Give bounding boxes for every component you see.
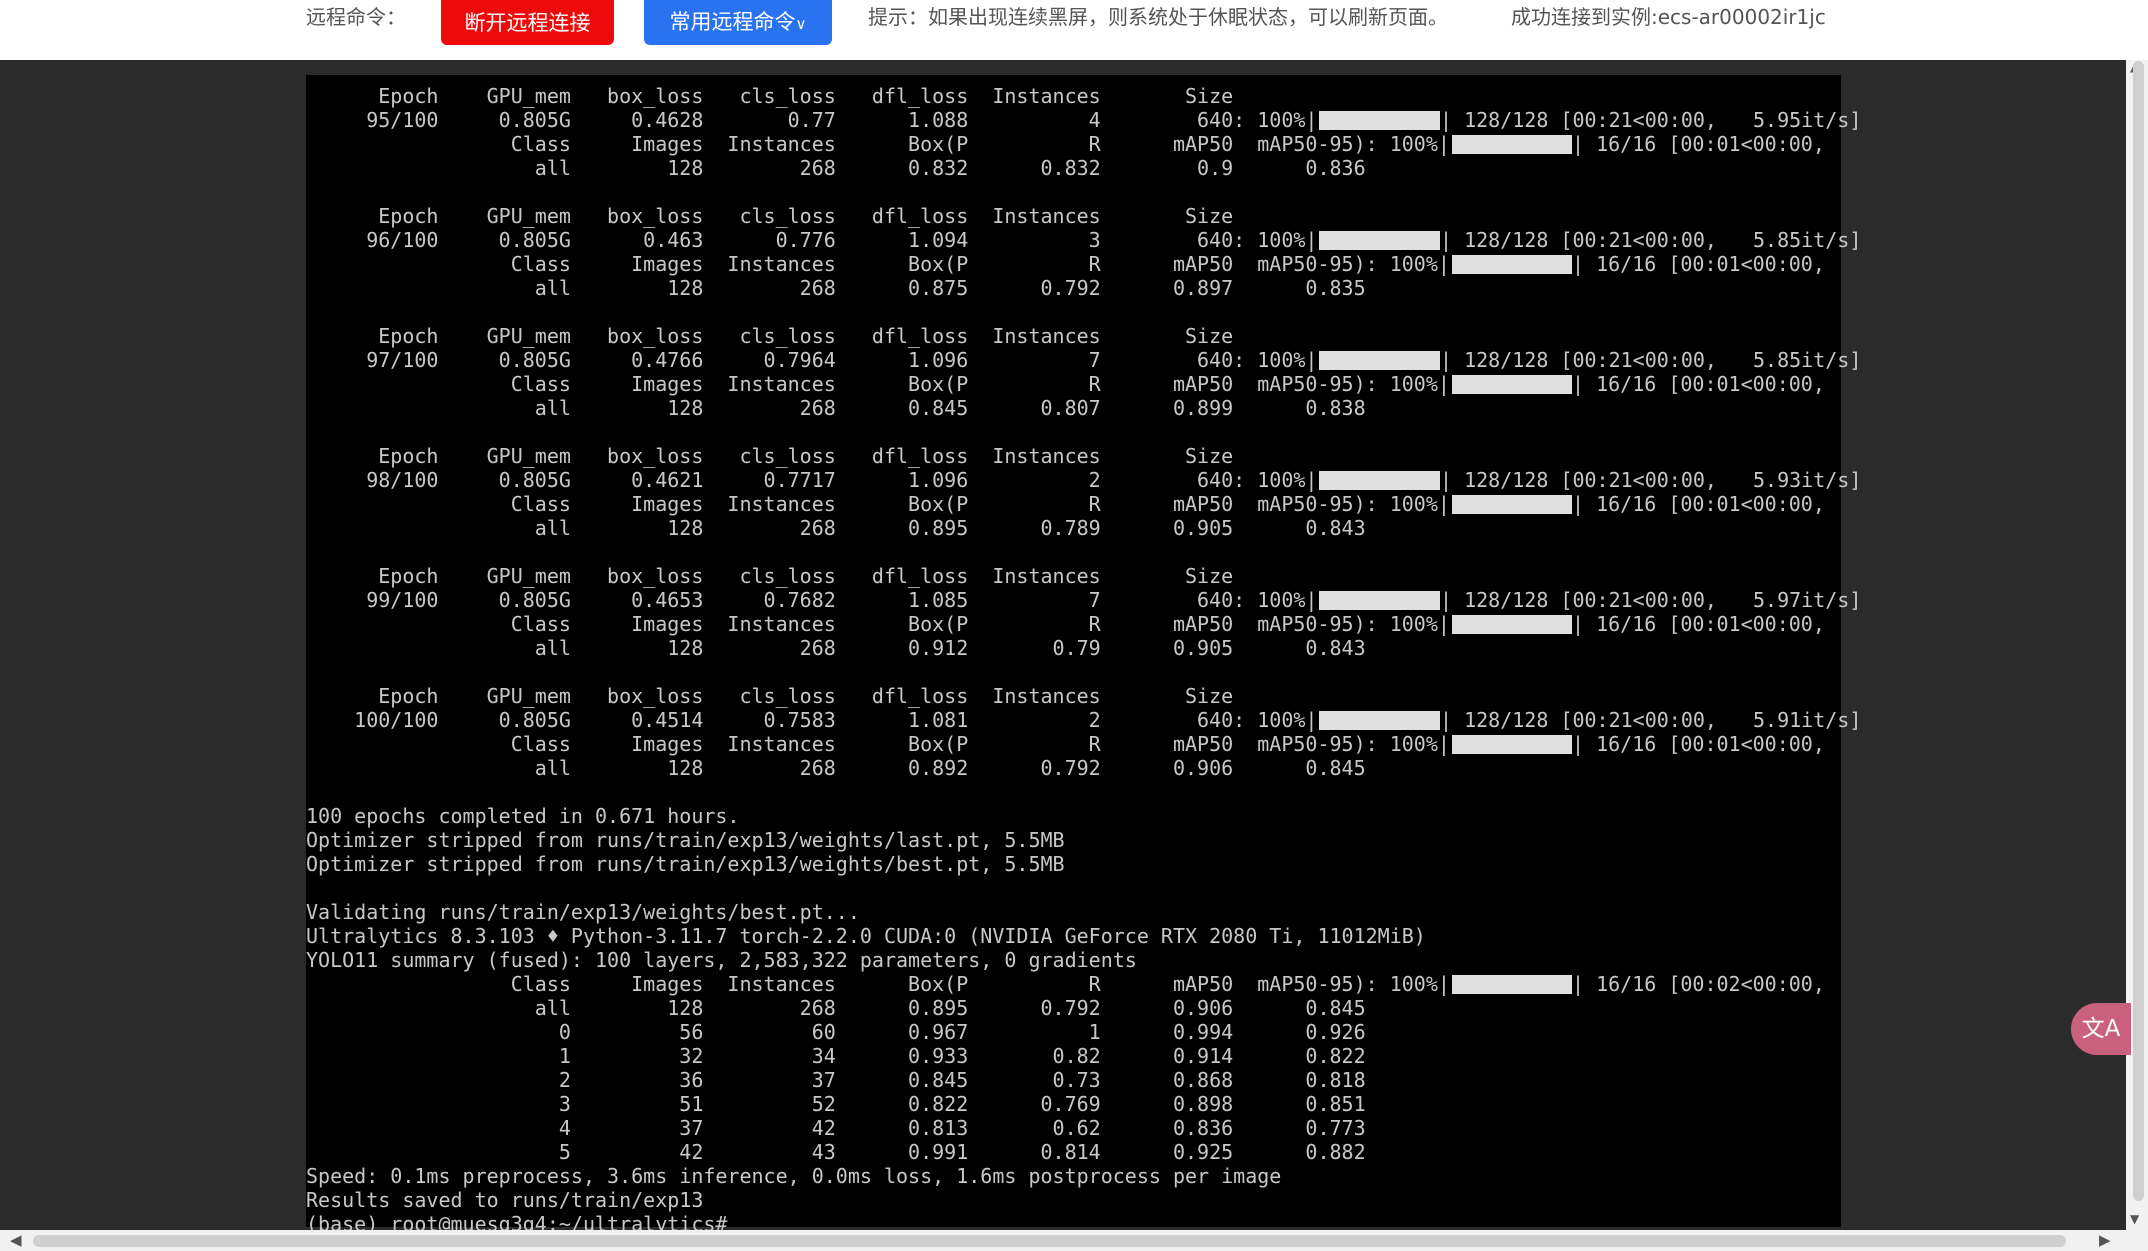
terminal-line: Class Images Instances Box(P R mAP50 mAP… — [306, 492, 1450, 516]
terminal-line: Class Images Instances Box(P R mAP50 mAP… — [306, 732, 1450, 756]
terminal-line: Epoch GPU_mem box_loss cls_loss dfl_loss… — [306, 324, 1234, 348]
horizontal-scrollbar[interactable]: ◀ ▶ — [0, 1230, 2148, 1251]
terminal-line: 96/100 0.805G 0.463 0.776 1.094 3 640: 1… — [306, 228, 1318, 252]
terminal-line: 100/100 0.805G 0.4514 0.7583 1.081 2 640… — [306, 708, 1318, 732]
progress-bar — [1452, 255, 1572, 274]
terminal-line: Epoch GPU_mem box_loss cls_loss dfl_loss… — [306, 564, 1234, 588]
terminal-line: all 128 268 0.895 0.792 0.906 0.845 — [306, 996, 1366, 1020]
terminal-line: 100 epochs completed in 0.671 hours. — [306, 804, 740, 828]
progress-suffix: | 128/128 [00:21<00:00, — [1440, 708, 1717, 732]
progress-suffix: | 128/128 [00:21<00:00, — [1440, 348, 1717, 372]
progress-suffix: | 128/128 [00:21<00:00, — [1440, 228, 1717, 252]
horizontal-scroll-thumb[interactable] — [33, 1235, 2066, 1247]
terminal-line: Optimizer stripped from runs/train/exp13… — [306, 828, 1065, 852]
terminal-line: Class Images Instances Box(P R mAP50 mAP… — [306, 372, 1450, 396]
terminal-line: 3 51 52 0.822 0.769 0.898 0.851 — [306, 1092, 1366, 1116]
connection-status: 成功连接到实例:ecs-ar00002ir1jc — [1511, 5, 1826, 29]
progress-bar — [1452, 495, 1572, 514]
terminal-line: all 128 268 0.832 0.832 0.9 0.836 — [306, 156, 1366, 180]
scroll-left-icon[interactable]: ◀ — [10, 1231, 22, 1249]
progress-speed: 5.85it/s] — [1753, 348, 1862, 372]
progress-speed: 5.93it/s] — [1753, 468, 1862, 492]
scroll-down-icon[interactable]: ▼ — [2130, 1212, 2139, 1226]
progress-suffix: | 16/16 [00:02<00:00, — [1572, 972, 1825, 996]
progress-bar — [1452, 375, 1572, 394]
progress-bar — [1452, 615, 1572, 634]
progress-suffix: | 16/16 [00:01<00:00, — [1572, 132, 1825, 156]
terminal-line: Results saved to runs/train/exp13 — [306, 1188, 704, 1212]
progress-suffix: | 128/128 [00:21<00:00, — [1440, 108, 1717, 132]
terminal-line: 0 56 60 0.967 1 0.994 0.926 — [306, 1020, 1366, 1044]
terminal-line: all 128 268 0.845 0.807 0.899 0.838 — [306, 396, 1366, 420]
terminal-line: YOLO11 summary (fused): 100 layers, 2,58… — [306, 948, 1137, 972]
terminal-line: 2 36 37 0.845 0.73 0.868 0.818 — [306, 1068, 1366, 1092]
terminal-line: 4 37 42 0.813 0.62 0.836 0.773 — [306, 1116, 1366, 1140]
terminal-line: Epoch GPU_mem box_loss cls_loss dfl_loss… — [306, 684, 1234, 708]
progress-suffix: | 16/16 [00:01<00:00, — [1572, 372, 1825, 396]
progress-suffix: | 128/128 [00:21<00:00, — [1440, 588, 1717, 612]
progress-speed: 5.91it/s] — [1753, 708, 1862, 732]
progress-bar — [1319, 711, 1440, 730]
progress-speed: 5.85it/s] — [1753, 228, 1862, 252]
progress-bar — [1319, 591, 1440, 610]
progress-bar — [1452, 735, 1572, 754]
terminal-line: Optimizer stripped from runs/train/exp13… — [306, 852, 1065, 876]
progress-suffix: | 16/16 [00:01<00:00, — [1572, 492, 1825, 516]
progress-speed: 5.97it/s] — [1753, 588, 1862, 612]
terminal-line: all 128 268 0.892 0.792 0.906 0.845 — [306, 756, 1366, 780]
disconnect-button[interactable]: 断开远程连接 — [441, 0, 614, 45]
terminal-line: Class Images Instances Box(P R mAP50 mAP… — [306, 612, 1450, 636]
terminal-line: all 128 268 0.875 0.792 0.897 0.835 — [306, 276, 1366, 300]
progress-bar — [1319, 231, 1440, 250]
terminal-line: Ultralytics 8.3.103 ♦ Python-3.11.7 torc… — [306, 924, 1426, 948]
progress-suffix: | 16/16 [00:01<00:00, — [1572, 252, 1825, 276]
translate-icon: 文A — [2081, 1016, 2121, 1042]
terminal-line: Validating runs/train/exp13/weights/best… — [306, 900, 860, 924]
progress-suffix: | 16/16 [00:01<00:00, — [1572, 732, 1825, 756]
terminal-line: Class Images Instances Box(P R mAP50 mAP… — [306, 132, 1450, 156]
progress-bar — [1319, 351, 1440, 370]
terminal-line: all 128 268 0.912 0.79 0.905 0.843 — [306, 636, 1366, 660]
terminal-screen[interactable]: Epoch GPU_mem box_loss cls_loss dfl_loss… — [306, 75, 1861, 1236]
terminal-line: Class Images Instances Box(P R mAP50 mAP… — [306, 252, 1450, 276]
terminal-line: Epoch GPU_mem box_loss cls_loss dfl_loss… — [306, 444, 1234, 468]
terminal-line: 1 32 34 0.933 0.82 0.914 0.822 — [306, 1044, 1366, 1068]
vertical-scroll-thumb[interactable] — [2133, 61, 2144, 1201]
terminal-line: 98/100 0.805G 0.4621 0.7717 1.096 2 640:… — [306, 468, 1318, 492]
progress-bar — [1319, 471, 1440, 490]
common-commands-button[interactable]: 常用远程命令∨ — [644, 0, 832, 45]
progress-bar — [1319, 111, 1440, 130]
hint-text: 提示：如果出现连续黑屏，则系统处于休眠状态，可以刷新页面。 — [868, 5, 1448, 29]
terminal-line: 99/100 0.805G 0.4653 0.7682 1.085 7 640:… — [306, 588, 1318, 612]
translate-button[interactable]: 文A — [2071, 1003, 2131, 1055]
common-commands-label: 常用远程命令 — [669, 9, 796, 34]
terminal-line: 5 42 43 0.991 0.814 0.925 0.882 — [306, 1140, 1366, 1164]
progress-bar — [1452, 975, 1572, 994]
remote-command-label: 远程命令： — [306, 5, 406, 29]
progress-bar — [1452, 135, 1572, 154]
terminal-line: Epoch GPU_mem box_loss cls_loss dfl_loss… — [306, 204, 1234, 228]
progress-speed: 5.95it/s] — [1753, 108, 1862, 132]
terminal-line: all 128 268 0.895 0.789 0.905 0.843 — [306, 516, 1366, 540]
scroll-right-icon[interactable]: ▶ — [2099, 1231, 2111, 1249]
chevron-down-icon: ∨ — [795, 14, 807, 33]
progress-suffix: | 128/128 [00:21<00:00, — [1440, 468, 1717, 492]
terminal-line: Class Images Instances Box(P R mAP50 mAP… — [306, 972, 1450, 996]
terminal-line: Speed: 0.1ms preprocess, 3.6ms inference… — [306, 1164, 1282, 1188]
toolbar: 远程命令： 断开远程连接 常用远程命令∨ 提示：如果出现连续黑屏，则系统处于休眠… — [0, 0, 2148, 60]
terminal-line: Epoch GPU_mem box_loss cls_loss dfl_loss… — [306, 84, 1234, 108]
progress-suffix: | 16/16 [00:01<00:00, — [1572, 612, 1825, 636]
terminal-line: 97/100 0.805G 0.4766 0.7964 1.096 7 640:… — [306, 348, 1318, 372]
terminal-line: 95/100 0.805G 0.4628 0.77 1.088 4 640: 1… — [306, 108, 1318, 132]
